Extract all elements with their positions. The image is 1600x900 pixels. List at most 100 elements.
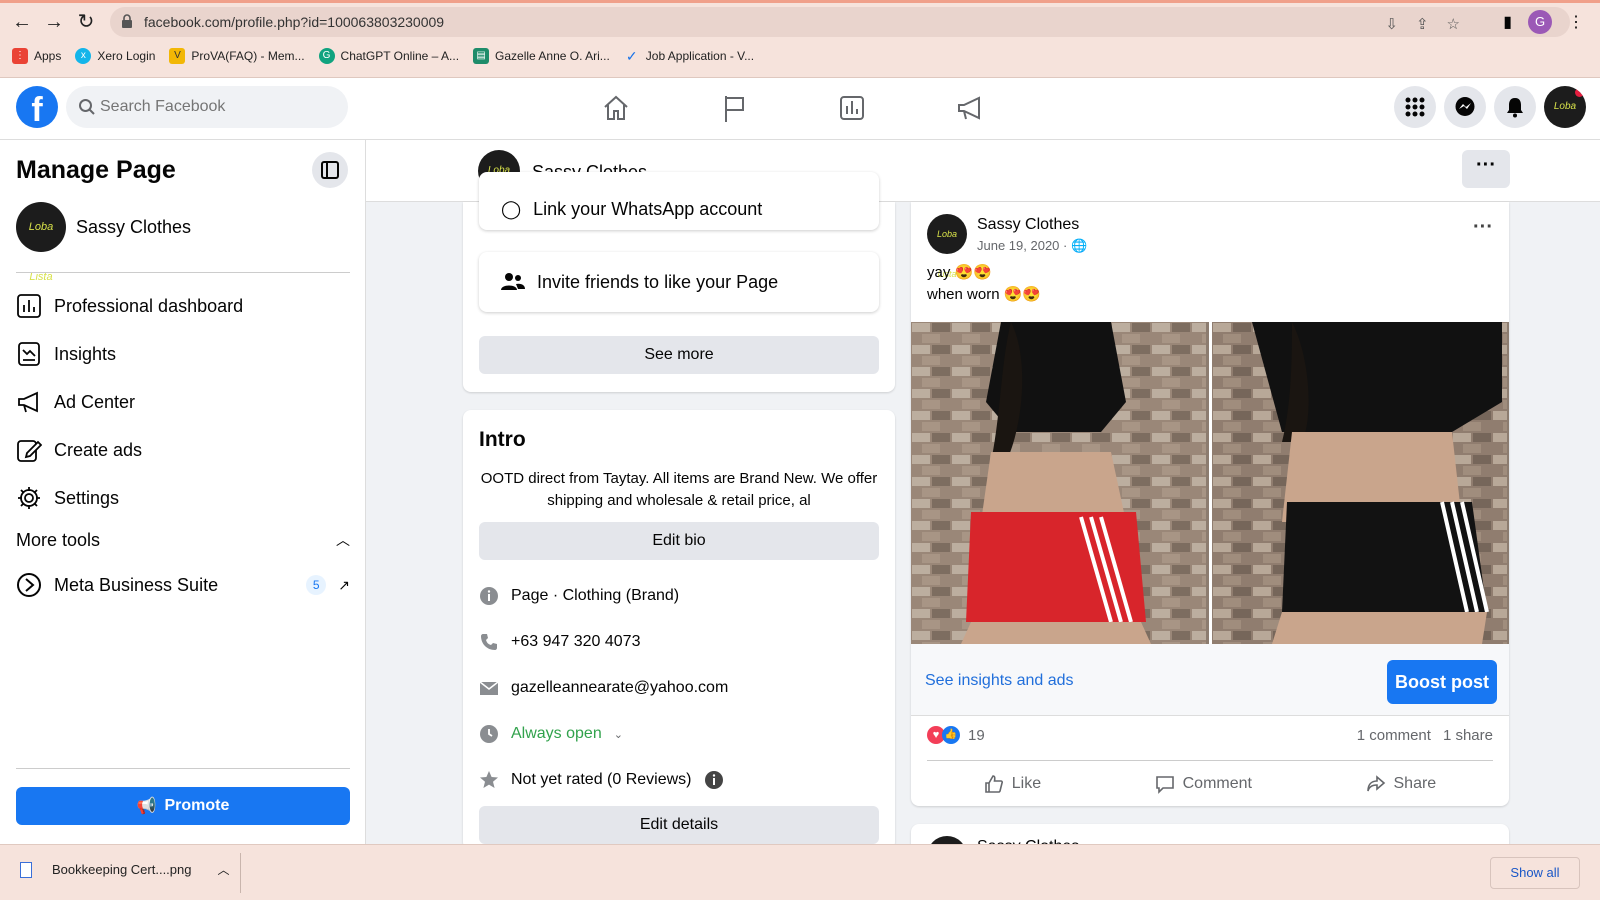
- share-count[interactable]: 1 share: [1443, 727, 1493, 744]
- sidebar-page-switcher[interactable]: Loba Lista Sassy Clothes: [16, 202, 191, 283]
- resume-icon: ▤: [473, 48, 490, 64]
- browser-profile-avatar[interactable]: G: [1528, 10, 1552, 34]
- info-icon[interactable]: [704, 770, 724, 790]
- reactions-summary: ♥ 👍 19 1 comment 1 share: [927, 726, 1493, 744]
- menu-grid-button[interactable]: [1394, 86, 1436, 128]
- promote-button[interactable]: 📢 Promote: [16, 787, 350, 825]
- post-card: Loba Lista Sassy Clothes June 19, 2020 ·…: [911, 202, 1509, 806]
- pencil-icon: [17, 440, 42, 462]
- whatsapp-icon: ◯: [501, 199, 522, 219]
- chevron-up-icon: ︿: [336, 532, 350, 548]
- edit-details-button[interactable]: Edit details: [479, 806, 879, 844]
- manage-page-sidebar: Manage Page Loba Lista Sassy Clothes Pro…: [0, 140, 366, 844]
- forward-arrow-icon[interactable]: →: [42, 10, 66, 34]
- page-category-row: Page · Clothing (Brand): [479, 586, 679, 606]
- sidebar-item-create-ads[interactable]: Create ads: [16, 426, 350, 474]
- thumbs-up-icon: [984, 775, 1003, 793]
- account-avatar[interactable]: Loba Lista: [1544, 86, 1586, 128]
- url-text: facebook.com/profile.php?id=100063803230…: [144, 14, 445, 30]
- sidebar-item-ad-center[interactable]: Ad Center: [16, 378, 350, 426]
- browser-menu-icon[interactable]: ⋮: [1568, 12, 1584, 32]
- meta-business-suite-icon: [17, 573, 41, 597]
- show-all-downloads-button[interactable]: Show all: [1490, 857, 1580, 889]
- more-tools-label: More tools: [16, 530, 101, 550]
- home-icon[interactable]: [600, 92, 632, 124]
- back-arrow-icon[interactable]: ←: [10, 10, 34, 34]
- address-bar[interactable]: facebook.com/profile.php?id=100063803230…: [110, 7, 1570, 37]
- pages-flag-icon[interactable]: [718, 92, 750, 124]
- search-box[interactable]: [66, 86, 348, 128]
- download-item[interactable]: Bookkeeping Cert....png ︿: [20, 861, 230, 878]
- megaphone-icon: [18, 391, 38, 413]
- facebook-header: f Loba Lista: [0, 78, 1600, 140]
- bookmark-job[interactable]: ✓ Job Application - V...: [624, 48, 754, 64]
- hours-row[interactable]: Always open ⌄: [479, 724, 623, 744]
- sidebar-item-meta-business-suite[interactable]: Meta Business Suite 5 ↗: [16, 572, 350, 598]
- reload-icon[interactable]: ↻: [74, 10, 98, 34]
- sidebar-item-insights[interactable]: Insights: [16, 330, 350, 378]
- see-more-button[interactable]: See more: [479, 336, 879, 374]
- insights-link[interactable]: See insights and ads: [925, 672, 1074, 690]
- prova-icon: V: [169, 48, 186, 64]
- comment-count[interactable]: 1 comment: [1357, 727, 1431, 744]
- sidepanel-icon[interactable]: ▮: [1503, 12, 1512, 32]
- post-text: yay 😍😍 when worn 😍😍: [927, 264, 1042, 303]
- star-icon[interactable]: ☆: [1447, 15, 1460, 33]
- bookmark-prova[interactable]: V ProVA(FAQ) - Mem...: [169, 48, 305, 64]
- apps-grid-icon: ⋮: [12, 48, 28, 64]
- bookmark-resume[interactable]: ▤ Gazelle Anne O. Ari...: [473, 48, 610, 64]
- lock-icon: [122, 14, 132, 28]
- divider: [240, 853, 241, 893]
- insights-chart-icon[interactable]: [836, 92, 868, 124]
- bookmark-chatgpt[interactable]: G ChatGPT Online – A...: [318, 48, 459, 64]
- more-tools-toggle[interactable]: More tools ︿: [16, 530, 350, 551]
- page-bio: OOTD direct from Taytay. All items are B…: [480, 470, 878, 509]
- star-icon: [480, 771, 498, 788]
- sidebar-item-professional-dashboard[interactable]: Professional dashboard: [16, 282, 350, 330]
- intro-title: Intro: [479, 428, 526, 451]
- external-link-icon: ↗: [338, 576, 350, 593]
- notification-badge: 5: [306, 575, 327, 595]
- boost-post-button[interactable]: Boost post: [1387, 660, 1497, 704]
- comment-button[interactable]: Comment: [1155, 774, 1252, 794]
- post-photo[interactable]: [911, 322, 1209, 644]
- dashboard-icon: [17, 294, 41, 318]
- chevron-up-icon[interactable]: ︿: [217, 861, 229, 878]
- search-icon: [79, 99, 95, 115]
- sidebar-menu: Professional dashboard Insights Ad Cente…: [16, 282, 350, 522]
- people-icon: [501, 273, 525, 290]
- notifications-button[interactable]: [1494, 86, 1536, 128]
- post-actions: Like Comment Share: [927, 764, 1493, 804]
- collapse-sidebar-button[interactable]: [312, 152, 348, 188]
- main-nav: [600, 92, 986, 124]
- like-button[interactable]: Like: [984, 774, 1041, 794]
- bookmark-xero[interactable]: x Xero Login: [75, 48, 155, 64]
- facebook-logo-icon[interactable]: f: [16, 86, 58, 128]
- share-icon[interactable]: ⇪: [1416, 15, 1429, 33]
- share-button[interactable]: Share: [1366, 774, 1436, 794]
- bookmark-apps[interactable]: ⋮ Apps: [12, 48, 61, 64]
- post-date[interactable]: June 19, 2020 ·: [977, 238, 1067, 253]
- post-photo[interactable]: [1211, 322, 1509, 644]
- install-icon[interactable]: ⇩: [1385, 15, 1398, 33]
- megaphone-icon: 📢: [136, 798, 157, 815]
- messenger-button[interactable]: [1444, 86, 1486, 128]
- sidebar-toggle-icon: [321, 161, 339, 179]
- ads-megaphone-icon[interactable]: [954, 92, 986, 124]
- invite-friends-item[interactable]: Invite friends to like your Page: [479, 252, 879, 312]
- reaction-count[interactable]: 19: [968, 727, 985, 744]
- post-options-button[interactable]: ···: [1473, 216, 1493, 239]
- sidebar-title: Manage Page: [16, 156, 176, 184]
- intro-card: Intro OOTD direct from Taytay. All items…: [463, 410, 895, 850]
- phone-icon: [481, 634, 497, 650]
- post-author-avatar[interactable]: Loba Lista: [927, 214, 967, 279]
- rating-row: Not yet rated (0 Reviews): [479, 770, 724, 790]
- more-options-button[interactable]: ···: [1462, 150, 1510, 188]
- check-icon: ✓: [625, 48, 638, 64]
- search-input[interactable]: [100, 96, 330, 118]
- whatsapp-link-item[interactable]: ◯ Link your WhatsApp account: [479, 172, 879, 230]
- post-author-name[interactable]: Sassy Clothes: [977, 216, 1087, 234]
- sidebar-item-settings[interactable]: Settings: [16, 474, 350, 522]
- edit-bio-button[interactable]: Edit bio: [479, 522, 879, 560]
- divider: [16, 272, 350, 273]
